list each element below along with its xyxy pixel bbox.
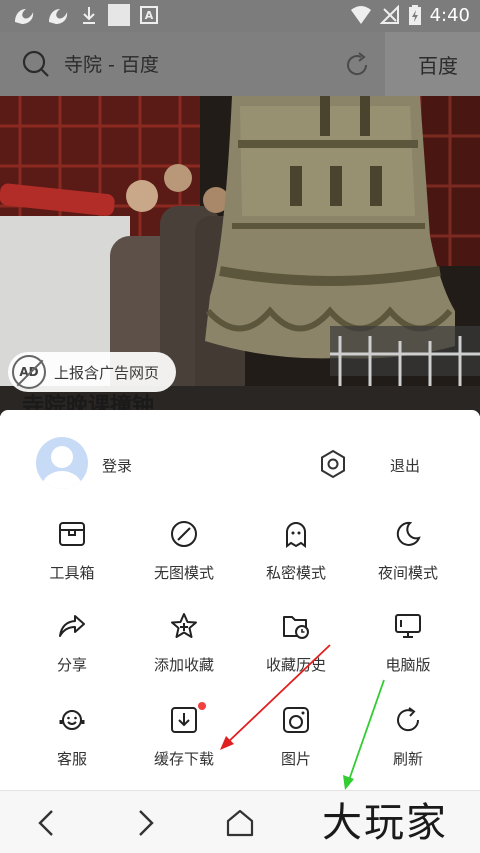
menu-item-label: 工具箱	[49, 564, 95, 582]
no-image-icon	[171, 521, 197, 547]
status-bar: A 4:40	[0, 0, 480, 32]
menu-item-private[interactable]: 私密模式	[246, 520, 346, 586]
menu-item-label: 缓存下载	[153, 750, 214, 768]
battery-icon	[408, 5, 421, 25]
menu-item-label: 刷新	[392, 750, 423, 768]
uc-browser-icon	[49, 9, 68, 24]
logout-button[interactable]: 退出	[390, 455, 420, 476]
watermark-logo: 大玩家	[322, 800, 448, 846]
download-icon	[83, 7, 95, 24]
search-icon	[22, 50, 49, 77]
menu-item-label: 收藏历史	[265, 656, 326, 674]
download-box-icon	[171, 707, 197, 733]
refresh-icon[interactable]	[344, 52, 370, 78]
address-bar: 寺院 - 百度 百度	[0, 32, 480, 96]
menu-item-label: 电脑版	[385, 656, 431, 674]
wifi-icon	[350, 6, 371, 24]
url-field[interactable]: 寺院 - 百度	[0, 32, 385, 96]
menu-item-night[interactable]: 夜间模式	[358, 520, 458, 586]
menu-item-customer-service[interactable]: 客服	[22, 706, 122, 772]
ad-blocked-icon: AD	[12, 355, 46, 389]
toolbox-icon	[59, 522, 85, 546]
menu-item-label: 分享	[56, 656, 87, 674]
avatar[interactable]	[36, 437, 88, 489]
report-ad-label: 上报含广告网页	[54, 363, 160, 382]
menu-item-toolbox[interactable]: 工具箱	[22, 520, 122, 586]
menu-item-label: 图片	[280, 750, 311, 768]
star-plus-icon	[171, 613, 197, 638]
menu-item-refresh[interactable]: 刷新	[358, 706, 458, 772]
menu-item-cache-download[interactable]: 缓存下载	[134, 702, 234, 772]
back-icon[interactable]	[32, 807, 64, 839]
ghost-icon	[286, 522, 306, 548]
menu-item-desktop[interactable]: 电脑版	[358, 612, 458, 678]
menu-item-no-image[interactable]: 无图模式	[134, 520, 234, 586]
menu-item-share[interactable]: 分享	[22, 612, 122, 678]
forward-icon[interactable]	[128, 807, 160, 839]
no-signal-icon	[379, 5, 399, 24]
menu-item-images[interactable]: 图片	[246, 706, 346, 772]
uc-browser-icon	[15, 9, 34, 24]
menu-item-label: 无图模式	[153, 564, 214, 582]
menu-item-label: 夜间模式	[377, 564, 438, 582]
share-icon	[59, 615, 85, 637]
status-time: 4:40	[429, 4, 470, 26]
menu-item-label: 添加收藏	[153, 656, 214, 674]
menu-item-favorites-history[interactable]: 收藏历史	[246, 612, 346, 678]
folder-clock-icon	[283, 616, 309, 639]
refresh-icon	[397, 707, 420, 732]
home-icon[interactable]	[224, 807, 256, 839]
menu-item-label: 私密模式	[265, 564, 326, 582]
app-square-icon	[108, 4, 130, 26]
settings-icon[interactable]	[318, 449, 348, 479]
menu-item-add-favorite[interactable]: 添加收藏	[134, 612, 234, 678]
camera-icon	[283, 707, 309, 733]
search-engine-button[interactable]: 百度	[418, 50, 458, 79]
url-text: 寺院 - 百度	[64, 54, 159, 76]
headset-icon	[59, 710, 85, 730]
menu-item-label: 客服	[56, 750, 87, 768]
notification-dot	[198, 702, 206, 710]
report-ad-button[interactable]: AD 上报含广告网页	[8, 352, 176, 392]
moon-icon	[396, 521, 421, 546]
a-box-icon: A	[140, 6, 158, 24]
login-button[interactable]: 登录	[102, 455, 132, 476]
monitor-icon	[395, 614, 421, 638]
browser-menu: 登录 退出 工具箱 无图模式 私密模式 夜间模式 分享 添加收藏 收藏历史 电脑…	[0, 410, 480, 790]
